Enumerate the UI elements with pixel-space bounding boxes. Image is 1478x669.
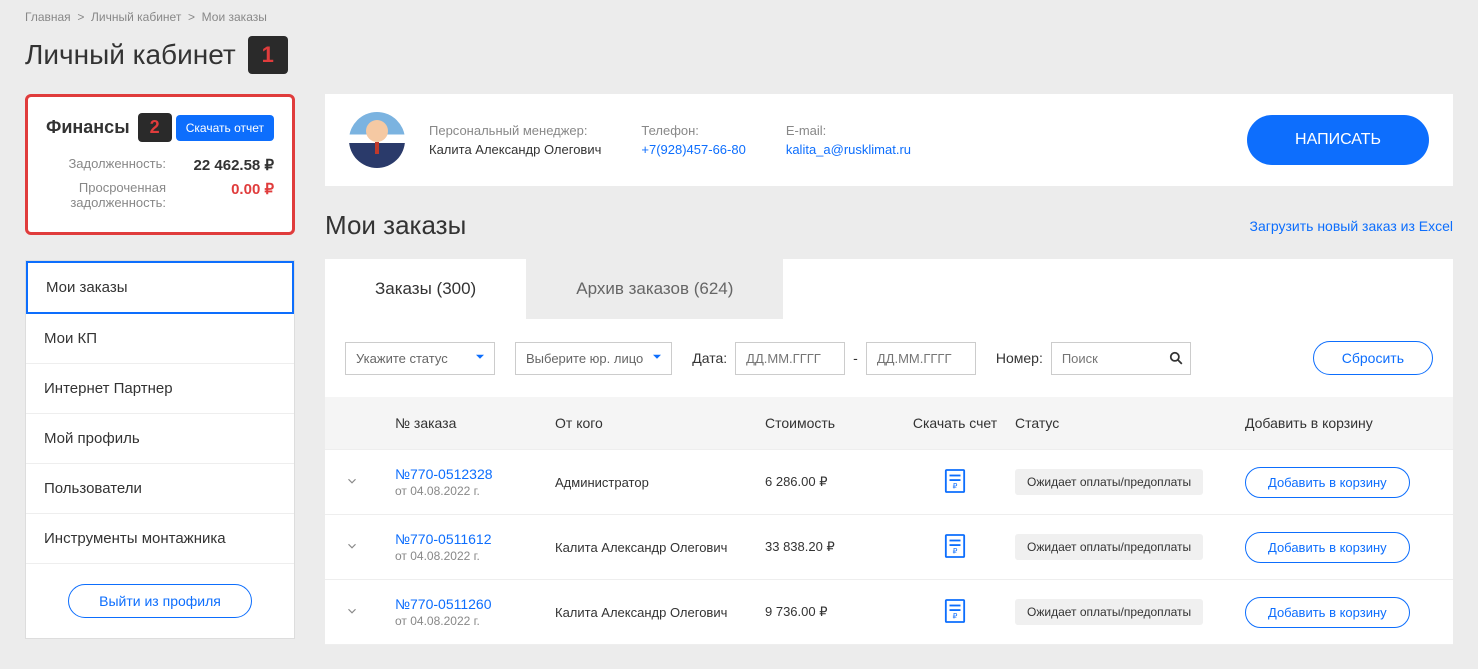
header-from: От кого <box>555 415 765 431</box>
order-cost: 6 286.00 ₽ <box>765 474 895 490</box>
tabs: Заказы (300) Архив заказов (624) <box>325 259 1453 319</box>
order-cost: 33 838.20 ₽ <box>765 539 895 555</box>
overdue-label: Просроченная задолженность: <box>46 180 166 210</box>
header-cost: Стоимость <box>765 415 895 431</box>
invoice-icon[interactable]: ₽ <box>944 598 966 624</box>
manager-name: Калита Александр Олегович <box>429 142 601 157</box>
page-title: Личный кабинет <box>25 39 236 71</box>
table-header: № заказа От кого Стоимость Скачать счет … <box>325 397 1453 450</box>
avatar <box>349 112 405 168</box>
finance-card: Финансы 2 Скачать отчет Задолженность: 2… <box>25 94 295 235</box>
sidebar-item-kp[interactable]: Мои КП <box>26 314 294 364</box>
phone-link[interactable]: +7(928)457-66-80 <box>641 142 745 157</box>
order-from: Калита Александр Олегович <box>555 540 765 555</box>
chevron-down-icon[interactable] <box>345 474 359 488</box>
date-dash: - <box>853 350 858 366</box>
phone-label: Телефон: <box>641 123 745 138</box>
annotation-2: 2 <box>138 113 172 142</box>
logout-button[interactable]: Выйти из профиля <box>68 584 252 618</box>
reset-button[interactable]: Сбросить <box>1313 341 1433 375</box>
email-label: E-mail: <box>786 123 911 138</box>
download-report-button[interactable]: Скачать отчет <box>176 115 274 141</box>
svg-text:₽: ₽ <box>953 481 958 490</box>
chevron-down-icon[interactable] <box>345 604 359 618</box>
search-icon[interactable] <box>1169 351 1183 365</box>
upload-excel-link[interactable]: Загрузить новый заказ из Excel <box>1250 218 1453 234</box>
table-row: №770-0511260 от 04.08.2022 г. Калита Алек… <box>325 580 1453 645</box>
status-badge: Ожидает оплаты/предоплаты <box>1015 469 1203 495</box>
sidebar-item-profile[interactable]: Мой профиль <box>26 414 294 464</box>
order-date: от 04.08.2022 г. <box>395 614 555 628</box>
manager-card: Персональный менеджер: Калита Александр … <box>325 94 1453 186</box>
orders-table: № заказа От кого Стоимость Скачать счет … <box>325 397 1453 645</box>
order-from: Калита Александр Олегович <box>555 605 765 620</box>
add-to-cart-button[interactable]: Добавить в корзину <box>1245 467 1410 498</box>
tab-archive[interactable]: Архив заказов (624) <box>526 259 783 319</box>
order-link[interactable]: №770-0511260 <box>395 596 555 612</box>
filters: Укажите статус Выберите юр. лицо Дата: -… <box>325 319 1453 397</box>
entity-select[interactable]: Выберите юр. лицо <box>515 342 672 375</box>
add-to-cart-button[interactable]: Добавить в корзину <box>1245 597 1410 628</box>
status-badge: Ожидает оплаты/предоплаты <box>1015 599 1203 625</box>
order-link[interactable]: №770-0511612 <box>395 531 555 547</box>
chevron-down-icon[interactable] <box>345 539 359 553</box>
status-badge: Ожидает оплаты/предоплаты <box>1015 534 1203 560</box>
manager-label: Персональный менеджер: <box>429 123 601 138</box>
order-date: от 04.08.2022 г. <box>395 549 555 563</box>
write-button[interactable]: НАПИСАТЬ <box>1247 115 1429 165</box>
debt-value: 22 462.58 ₽ <box>194 156 274 174</box>
order-link[interactable]: №770-0512328 <box>395 466 555 482</box>
tab-orders[interactable]: Заказы (300) <box>325 259 526 319</box>
invoice-icon[interactable]: ₽ <box>944 533 966 559</box>
order-from: Администратор <box>555 475 765 490</box>
header-cart: Добавить в корзину <box>1245 415 1433 431</box>
add-to-cart-button[interactable]: Добавить в корзину <box>1245 532 1410 563</box>
annotation-1: 1 <box>248 36 288 74</box>
sidebar-item-orders[interactable]: Мои заказы <box>26 261 294 314</box>
order-cost: 9 736.00 ₽ <box>765 604 895 620</box>
table-row: №770-0511612 от 04.08.2022 г. Калита Алек… <box>325 515 1453 580</box>
header-num: № заказа <box>395 415 555 431</box>
sidebar-item-users[interactable]: Пользователи <box>26 464 294 514</box>
orders-title: Мои заказы <box>325 210 466 241</box>
invoice-icon[interactable]: ₽ <box>944 468 966 494</box>
overdue-value: 0.00 ₽ <box>231 180 274 210</box>
finance-title: Финансы <box>46 117 130 138</box>
date-label: Дата: <box>692 350 727 366</box>
date-from-input[interactable] <box>735 342 845 375</box>
header-status: Статус <box>1015 415 1245 431</box>
debt-label: Задолженность: <box>46 156 166 174</box>
number-label: Номер: <box>996 350 1043 366</box>
sidebar-menu: Мои заказы Мои КП Интернет Партнер Мой п… <box>25 260 295 639</box>
date-to-input[interactable] <box>866 342 976 375</box>
breadcrumb: Главная > Личный кабинет > Мои заказы <box>25 10 1453 24</box>
table-row: №770-0512328 от 04.08.2022 г. Администрат… <box>325 450 1453 515</box>
header-invoice: Скачать счет <box>895 415 1015 431</box>
sidebar-item-tools[interactable]: Инструменты монтажника <box>26 514 294 564</box>
email-link[interactable]: kalita_a@rusklimat.ru <box>786 142 911 157</box>
status-select[interactable]: Укажите статус <box>345 342 495 375</box>
sidebar-item-partner[interactable]: Интернет Партнер <box>26 364 294 414</box>
svg-text:₽: ₽ <box>953 611 958 620</box>
svg-text:₽: ₽ <box>953 546 958 555</box>
order-date: от 04.08.2022 г. <box>395 484 555 498</box>
